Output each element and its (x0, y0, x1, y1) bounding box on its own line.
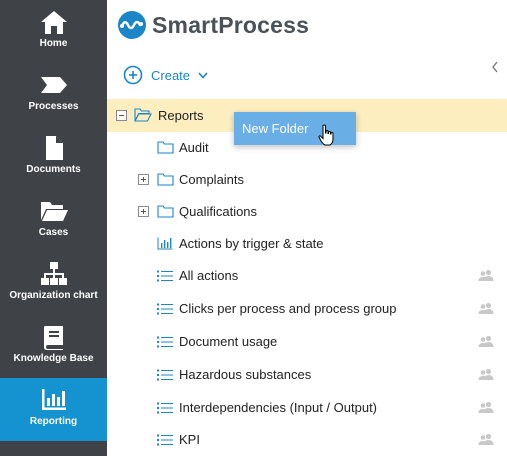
home-icon (0, 9, 107, 35)
sidebar: Home Processes Documents Cases Organizat… (0, 0, 107, 456)
sidebar-item-label: Organization chart (9, 290, 98, 301)
shared-users-icon (478, 335, 494, 347)
tree-item-label: Audit (179, 140, 209, 155)
sidebar-item-documents[interactable]: Documents (0, 126, 107, 189)
sidebar-item-label: Home (39, 38, 68, 49)
folder-icon (157, 141, 174, 154)
new-folder-menu-item[interactable]: New Folder (234, 112, 356, 145)
collapse-toggle-icon[interactable] (116, 110, 127, 121)
shared-users-icon (478, 368, 494, 380)
tree-item-label: Qualifications (179, 204, 258, 219)
tree-row-actions-by-trigger[interactable]: Actions by trigger & state (107, 227, 507, 260)
app-logo: SmartProcess (117, 10, 309, 40)
tree-row-qualifications[interactable]: Qualifications (107, 195, 507, 228)
tree-row-all-actions[interactable]: All actions (107, 259, 507, 292)
tree-row-clicks-per-process[interactable]: Clicks per process and process group (107, 292, 507, 325)
main-panel: SmartProcess Create Reports Audit Compla… (107, 0, 507, 456)
book-icon (0, 324, 107, 350)
sidebar-item-label: Reporting (29, 416, 78, 427)
list-report-icon (157, 336, 173, 348)
tree-item-label: KPI (179, 432, 200, 447)
tree-item-label: Hazardous substances (179, 367, 312, 382)
tree-row-kpi[interactable]: KPI (107, 423, 507, 456)
tree-item-label: Reports (158, 108, 204, 123)
create-button[interactable]: Create (123, 64, 208, 86)
add-circle-icon (123, 65, 143, 85)
sidebar-item-label: Knowledge Base (13, 353, 94, 364)
logo-mark-icon (118, 11, 146, 39)
sidebar-item-cases[interactable]: Cases (0, 189, 107, 252)
bar-chart-icon (0, 387, 107, 413)
sidebar-item-label: Documents (26, 164, 81, 175)
process-arrow-icon (0, 72, 107, 98)
sidebar-item-label: Cases (38, 227, 69, 238)
collapse-panel-icon[interactable] (491, 61, 499, 73)
folder-icon (157, 205, 174, 218)
folder-icon (157, 173, 174, 186)
tree-row-complaints[interactable]: Complaints (107, 163, 507, 196)
new-folder-label: New Folder (242, 121, 309, 136)
shared-users-icon (478, 302, 494, 314)
tree-row-document-usage[interactable]: Document usage (107, 325, 507, 358)
create-label: Create (151, 67, 191, 83)
folder-open-icon (0, 198, 107, 224)
tree-item-label: Document usage (179, 334, 278, 349)
list-report-icon (157, 434, 173, 446)
list-report-icon (157, 303, 173, 315)
expand-toggle-icon[interactable] (138, 174, 149, 185)
list-report-icon (157, 270, 173, 282)
tree-item-label: Actions by trigger & state (179, 236, 324, 251)
org-chart-icon (0, 261, 107, 287)
shared-users-icon (478, 269, 494, 281)
tree-item-label: Complaints (179, 172, 245, 187)
tree-item-label: Interdependencies (Input / Output) (179, 400, 378, 415)
chevron-down-icon (198, 71, 208, 79)
sidebar-item-processes[interactable]: Processes (0, 63, 107, 126)
list-report-icon (157, 402, 173, 414)
hand-pointer-icon (318, 124, 334, 146)
tree-row-interdependencies[interactable]: Interdependencies (Input / Output) (107, 391, 507, 424)
expand-toggle-icon[interactable] (138, 206, 149, 217)
shared-users-icon (478, 401, 494, 413)
tree-item-label: All actions (179, 268, 239, 283)
logo-text: SmartProcess (152, 11, 310, 38)
sidebar-item-knowledge-base[interactable]: Knowledge Base (0, 315, 107, 378)
tree-item-label: Clicks per process and process group (179, 301, 397, 316)
sidebar-item-home[interactable]: Home (0, 0, 107, 63)
document-icon (0, 135, 107, 161)
sidebar-item-reporting[interactable]: Reporting (0, 378, 107, 441)
tree-row-hazardous-substances[interactable]: Hazardous substances (107, 358, 507, 391)
shared-users-icon (478, 433, 494, 445)
chart-report-icon (157, 237, 173, 250)
sidebar-item-label: Processes (28, 101, 79, 112)
folder-open-icon (134, 108, 152, 122)
sidebar-item-organization-chart[interactable]: Organization chart (0, 252, 107, 315)
list-report-icon (157, 369, 173, 381)
